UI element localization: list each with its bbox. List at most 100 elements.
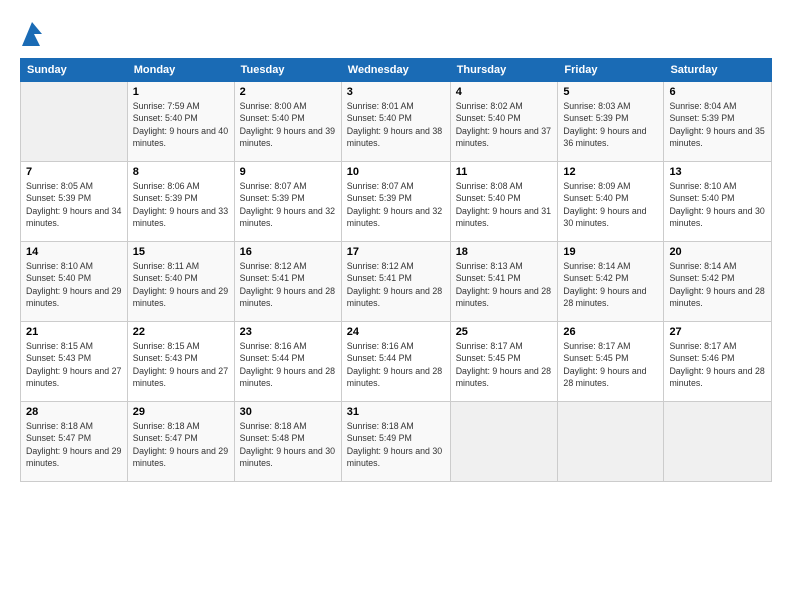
day-cell: 10 Sunrise: 8:07 AMSunset: 5:39 PMDayligh… bbox=[341, 162, 450, 242]
col-header-thursday: Thursday bbox=[450, 59, 558, 82]
header bbox=[20, 18, 772, 48]
day-number: 13 bbox=[669, 166, 766, 178]
day-number: 3 bbox=[347, 86, 445, 98]
day-cell bbox=[21, 82, 128, 162]
day-info: Sunrise: 8:15 AMSunset: 5:43 PMDaylight:… bbox=[133, 340, 229, 389]
day-cell: 7Sunrise: 8:05 AMSunset: 5:39 PMDaylight… bbox=[21, 162, 128, 242]
day-number: 28 bbox=[26, 406, 122, 418]
day-cell: 1 Sunrise: 7:59 AMSunset: 5:40 PMDaylight… bbox=[127, 82, 234, 162]
day-number: 11 bbox=[456, 166, 553, 178]
calendar: SundayMondayTuesdayWednesdayThursdayFrid… bbox=[20, 58, 772, 482]
day-info: Sunrise: 8:17 AMSunset: 5:45 PMDaylight:… bbox=[563, 340, 658, 389]
day-cell: 28 Sunrise: 8:18 AMSunset: 5:47 PMDayligh… bbox=[21, 402, 128, 482]
logo-icon bbox=[20, 18, 44, 48]
day-info: Sunrise: 8:10 AMSunset: 5:40 PMDaylight:… bbox=[669, 180, 766, 229]
logo bbox=[20, 18, 48, 48]
day-cell: 22 Sunrise: 8:15 AMSunset: 5:43 PMDayligh… bbox=[127, 322, 234, 402]
day-number: 18 bbox=[456, 246, 553, 258]
day-number: 20 bbox=[669, 246, 766, 258]
day-cell: 29 Sunrise: 8:18 AMSunset: 5:47 PMDayligh… bbox=[127, 402, 234, 482]
day-cell: 4 Sunrise: 8:02 AMSunset: 5:40 PMDaylight… bbox=[450, 82, 558, 162]
day-cell: 17Sunrise: 8:12 AMSunset: 5:41 PMDayligh… bbox=[341, 242, 450, 322]
day-info: Sunrise: 8:18 AMSunset: 5:47 PMDaylight:… bbox=[26, 420, 122, 469]
day-number: 30 bbox=[240, 406, 336, 418]
day-info: Sunrise: 8:18 AMSunset: 5:48 PMDaylight:… bbox=[240, 420, 336, 469]
day-number: 27 bbox=[669, 326, 766, 338]
day-cell bbox=[558, 402, 664, 482]
day-cell: 6 Sunrise: 8:04 AMSunset: 5:39 PMDaylight… bbox=[664, 82, 772, 162]
day-cell: 14Sunrise: 8:10 AMSunset: 5:40 PMDayligh… bbox=[21, 242, 128, 322]
day-info: Sunrise: 8:11 AMSunset: 5:40 PMDaylight:… bbox=[133, 260, 229, 309]
day-number: 2 bbox=[240, 86, 336, 98]
day-info: Sunrise: 8:14 AMSunset: 5:42 PMDaylight:… bbox=[563, 260, 658, 309]
col-header-tuesday: Tuesday bbox=[234, 59, 341, 82]
day-info: Sunrise: 8:18 AMSunset: 5:49 PMDaylight:… bbox=[347, 420, 445, 469]
day-cell: 21 Sunrise: 8:15 AMSunset: 5:43 PMDayligh… bbox=[21, 322, 128, 402]
day-cell: 18Sunrise: 8:13 AMSunset: 5:41 PMDayligh… bbox=[450, 242, 558, 322]
day-cell: 15 Sunrise: 8:11 AMSunset: 5:40 PMDayligh… bbox=[127, 242, 234, 322]
day-number: 6 bbox=[669, 86, 766, 98]
day-info: Sunrise: 8:12 AMSunset: 5:41 PMDaylight:… bbox=[347, 260, 445, 309]
day-cell: 25 Sunrise: 8:17 AMSunset: 5:45 PMDayligh… bbox=[450, 322, 558, 402]
day-cell: 20 Sunrise: 8:14 AMSunset: 5:42 PMDayligh… bbox=[664, 242, 772, 322]
day-number: 29 bbox=[133, 406, 229, 418]
day-number: 12 bbox=[563, 166, 658, 178]
day-info: Sunrise: 8:06 AMSunset: 5:39 PMDaylight:… bbox=[133, 180, 229, 229]
day-number: 8 bbox=[133, 166, 229, 178]
day-number: 9 bbox=[240, 166, 336, 178]
day-number: 4 bbox=[456, 86, 553, 98]
col-header-friday: Friday bbox=[558, 59, 664, 82]
day-info: Sunrise: 7:59 AMSunset: 5:40 PMDaylight:… bbox=[133, 100, 229, 149]
day-info: Sunrise: 8:04 AMSunset: 5:39 PMDaylight:… bbox=[669, 100, 766, 149]
day-cell: 23 Sunrise: 8:16 AMSunset: 5:44 PMDayligh… bbox=[234, 322, 341, 402]
day-info: Sunrise: 8:14 AMSunset: 5:42 PMDaylight:… bbox=[669, 260, 766, 309]
day-number: 23 bbox=[240, 326, 336, 338]
day-info: Sunrise: 8:07 AMSunset: 5:39 PMDaylight:… bbox=[240, 180, 336, 229]
day-cell bbox=[664, 402, 772, 482]
day-number: 5 bbox=[563, 86, 658, 98]
day-number: 25 bbox=[456, 326, 553, 338]
day-info: Sunrise: 8:18 AMSunset: 5:47 PMDaylight:… bbox=[133, 420, 229, 469]
col-header-sunday: Sunday bbox=[21, 59, 128, 82]
day-cell: 13 Sunrise: 8:10 AMSunset: 5:40 PMDayligh… bbox=[664, 162, 772, 242]
day-cell: 16 Sunrise: 8:12 AMSunset: 5:41 PMDayligh… bbox=[234, 242, 341, 322]
day-info: Sunrise: 8:16 AMSunset: 5:44 PMDaylight:… bbox=[347, 340, 445, 389]
day-cell: 2 Sunrise: 8:00 AMSunset: 5:40 PMDaylight… bbox=[234, 82, 341, 162]
day-info: Sunrise: 8:00 AMSunset: 5:40 PMDaylight:… bbox=[240, 100, 336, 149]
day-number: 16 bbox=[240, 246, 336, 258]
day-cell: 27 Sunrise: 8:17 AMSunset: 5:46 PMDayligh… bbox=[664, 322, 772, 402]
day-cell: 24Sunrise: 8:16 AMSunset: 5:44 PMDayligh… bbox=[341, 322, 450, 402]
day-number: 10 bbox=[347, 166, 445, 178]
day-info: Sunrise: 8:15 AMSunset: 5:43 PMDaylight:… bbox=[26, 340, 122, 389]
week-row-4: 28 Sunrise: 8:18 AMSunset: 5:47 PMDayligh… bbox=[21, 402, 772, 482]
page: SundayMondayTuesdayWednesdayThursdayFrid… bbox=[0, 0, 792, 612]
day-cell: 31 Sunrise: 8:18 AMSunset: 5:49 PMDayligh… bbox=[341, 402, 450, 482]
day-info: Sunrise: 8:08 AMSunset: 5:40 PMDaylight:… bbox=[456, 180, 553, 229]
day-info: Sunrise: 8:16 AMSunset: 5:44 PMDaylight:… bbox=[240, 340, 336, 389]
day-number: 26 bbox=[563, 326, 658, 338]
day-info: Sunrise: 8:17 AMSunset: 5:46 PMDaylight:… bbox=[669, 340, 766, 389]
day-info: Sunrise: 8:12 AMSunset: 5:41 PMDaylight:… bbox=[240, 260, 336, 309]
day-number: 19 bbox=[563, 246, 658, 258]
day-cell: 8 Sunrise: 8:06 AMSunset: 5:39 PMDaylight… bbox=[127, 162, 234, 242]
day-cell: 5 Sunrise: 8:03 AMSunset: 5:39 PMDaylight… bbox=[558, 82, 664, 162]
day-number: 15 bbox=[133, 246, 229, 258]
day-info: Sunrise: 8:17 AMSunset: 5:45 PMDaylight:… bbox=[456, 340, 553, 389]
day-number: 22 bbox=[133, 326, 229, 338]
day-number: 1 bbox=[133, 86, 229, 98]
day-info: Sunrise: 8:02 AMSunset: 5:40 PMDaylight:… bbox=[456, 100, 553, 149]
day-info: Sunrise: 8:05 AMSunset: 5:39 PMDaylight:… bbox=[26, 180, 122, 229]
day-number: 31 bbox=[347, 406, 445, 418]
day-info: Sunrise: 8:07 AMSunset: 5:39 PMDaylight:… bbox=[347, 180, 445, 229]
day-cell: 19 Sunrise: 8:14 AMSunset: 5:42 PMDayligh… bbox=[558, 242, 664, 322]
col-header-monday: Monday bbox=[127, 59, 234, 82]
week-row-1: 7Sunrise: 8:05 AMSunset: 5:39 PMDaylight… bbox=[21, 162, 772, 242]
day-info: Sunrise: 8:03 AMSunset: 5:39 PMDaylight:… bbox=[563, 100, 658, 149]
day-number: 21 bbox=[26, 326, 122, 338]
day-info: Sunrise: 8:09 AMSunset: 5:40 PMDaylight:… bbox=[563, 180, 658, 229]
day-number: 14 bbox=[26, 246, 122, 258]
week-row-0: 1 Sunrise: 7:59 AMSunset: 5:40 PMDaylight… bbox=[21, 82, 772, 162]
day-cell: 26 Sunrise: 8:17 AMSunset: 5:45 PMDayligh… bbox=[558, 322, 664, 402]
day-cell bbox=[450, 402, 558, 482]
header-row: SundayMondayTuesdayWednesdayThursdayFrid… bbox=[21, 59, 772, 82]
